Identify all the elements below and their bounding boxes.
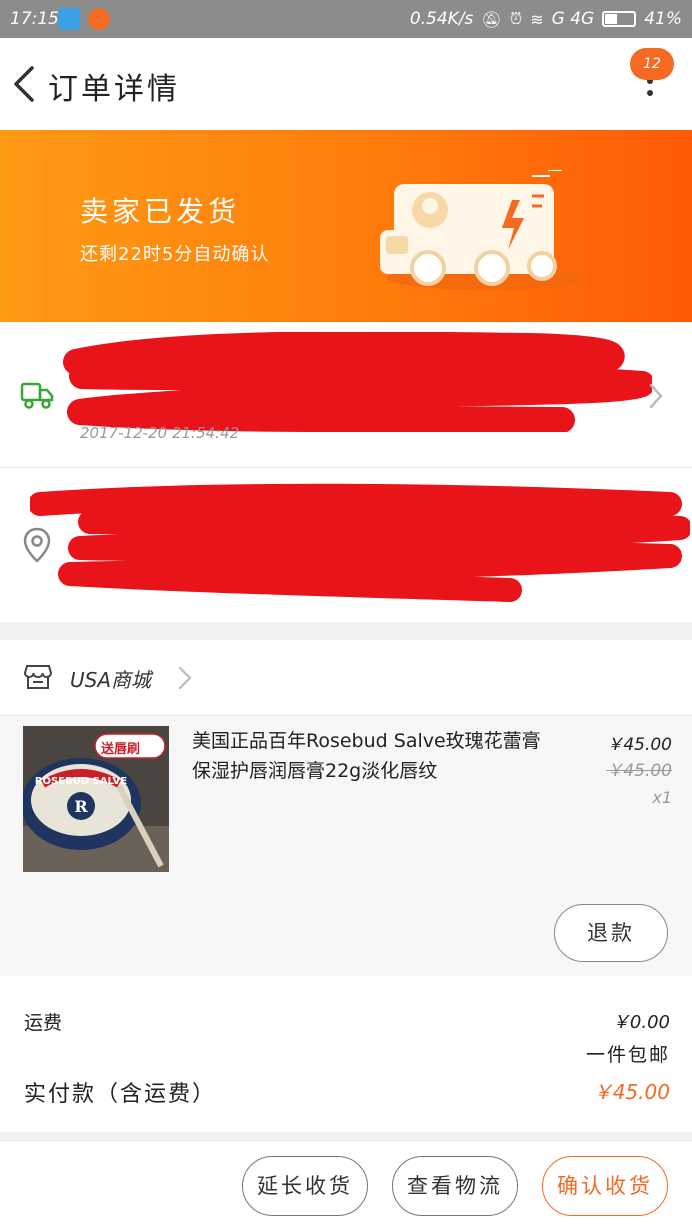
shop-row[interactable]: USA商城 <box>0 640 692 716</box>
logistics-time: 2017-12-20 21:54:42 <box>80 424 240 442</box>
status-time: 17:15 <box>10 9 59 29</box>
order-summary: 运费 ￥0.00 一件包邮 实付款（含运费） ￥45.00 <box>0 976 692 1132</box>
product-thumbnail[interactable]: ROSEBUD SALVE R 送唇刷 <box>23 726 169 872</box>
product-image: ROSEBUD SALVE R <box>23 726 169 872</box>
mute-bell-icon: 🔕︎ <box>481 9 502 29</box>
address-redaction <box>30 483 690 602</box>
gift-tag-label: 送唇刷 <box>101 742 141 757</box>
product-original-price: ￥45.00 <box>606 761 672 781</box>
status-bar: 17:15 0.54K/s 🔕︎ ⏰︎ ≋ G 4G 41% <box>0 0 692 38</box>
back-arrow-icon[interactable] <box>8 62 42 106</box>
notification-app-icon <box>88 8 110 30</box>
order-status-banner: 卖家已发货 还剩22时5分自动确认 <box>0 130 692 322</box>
product-item[interactable]: ROSEBUD SALVE R 送唇刷 美国正品百年Rosebud Salve玫… <box>0 716 692 976</box>
product-quantity: x1 <box>652 788 672 807</box>
battery-percent: 41% <box>644 9 682 29</box>
shipping-fee-label: 运费 <box>24 1012 63 1034</box>
free-shipping-note: 一件包邮 <box>585 1044 670 1066</box>
amount-paid-value: ￥45.00 <box>592 1080 670 1104</box>
store-icon <box>24 665 52 689</box>
refund-button[interactable]: 退款 <box>554 904 668 962</box>
order-status-text: 卖家已发货 <box>80 195 241 228</box>
status-indicators: 0.54K/s 🔕︎ ⏰︎ ≋ G 4G 41% <box>410 9 682 29</box>
svg-text:ROSEBUD SALVE: ROSEBUD SALVE <box>35 776 127 787</box>
nav-header: 订单详情 12 <box>0 38 692 130</box>
confirm-receipt-button[interactable]: 确认收货 <box>542 1156 668 1216</box>
delivery-truck-illustration <box>380 170 587 290</box>
page-title: 订单详情 <box>48 72 180 107</box>
amount-paid-label: 实付款（含运费） <box>24 1082 217 1107</box>
wifi-icon: ≋ <box>530 9 544 29</box>
auto-confirm-countdown: 还剩22时5分自动确认 <box>80 244 270 265</box>
shipping-fee-value: ￥0.00 <box>611 1012 670 1033</box>
chevron-right-icon <box>649 383 663 409</box>
logistics-row[interactable]: 2017-12-20 21:54:42 <box>0 322 692 468</box>
gallery-app-icon <box>58 8 80 30</box>
alarm-icon: ⏰︎ <box>509 9 523 28</box>
product-price: ￥45.00 <box>606 735 672 755</box>
logistics-truck-icon <box>20 382 54 409</box>
product-title[interactable]: 美国正品百年Rosebud Salve玫瑰花蕾膏保湿护唇润唇膏22g淡化唇纹 <box>192 726 552 786</box>
network-speed: 0.54K/s <box>409 9 474 29</box>
message-badge[interactable]: 12 <box>630 48 674 80</box>
signal-label: G 4G <box>551 9 595 29</box>
logistics-redaction <box>63 332 652 432</box>
bottom-action-bar: 延长收货 查看物流 确认收货 <box>0 1142 692 1230</box>
shop-name: USA商城 <box>70 668 152 692</box>
extend-receipt-button[interactable]: 延长收货 <box>242 1156 368 1216</box>
shipping-address-row <box>0 468 692 622</box>
chevron-right-icon <box>178 666 192 690</box>
view-logistics-button[interactable]: 查看物流 <box>392 1156 518 1216</box>
svg-text:R: R <box>74 797 88 816</box>
battery-icon <box>602 11 637 27</box>
